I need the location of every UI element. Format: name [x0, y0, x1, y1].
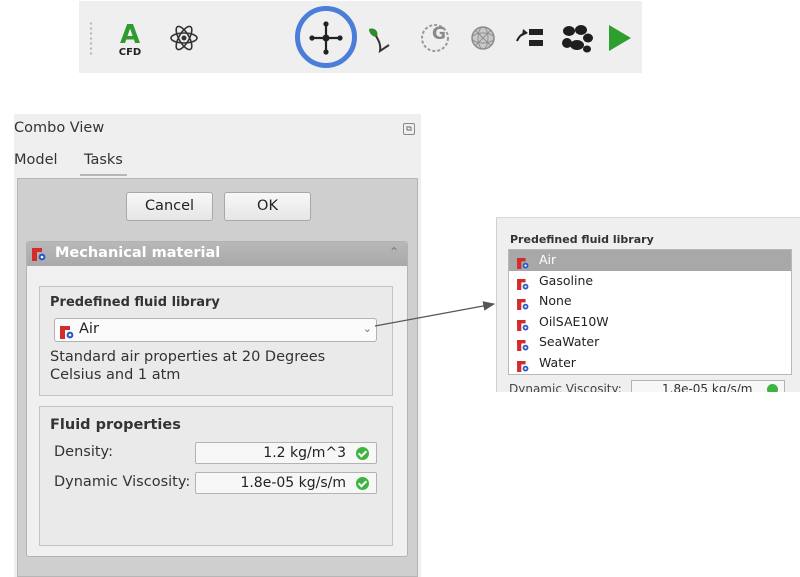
cut-viscosity-label: Dynamic Viscosity: [509, 382, 622, 392]
mechanical-material-title: Mechanical material [55, 245, 221, 261]
pebbles-icon[interactable] [558, 19, 596, 57]
combo-view-title: Combo View [14, 120, 105, 136]
fluid-properties-group: Fluid properties Density: 1.2 kg/m^3 Dyn… [39, 406, 393, 546]
chevron-down-icon: ⌄ [362, 322, 372, 335]
freecad-material-icon [32, 246, 46, 261]
toolbar-grip-handle[interactable] [89, 21, 93, 55]
cfd-label: CFD [119, 47, 141, 57]
valid-check-icon [356, 447, 369, 460]
fluid-properties-title: Fluid properties [50, 417, 181, 433]
mechanical-material-header[interactable]: Mechanical material ⌃ [27, 242, 407, 266]
density-field[interactable]: 1.2 kg/m^3 [195, 442, 377, 464]
viscosity-value: 1.8e-05 kg/s/m [240, 475, 346, 491]
run-solver-icon[interactable] [600, 19, 638, 57]
fluid-option-label: SeaWater [539, 334, 600, 350]
valid-check-icon [767, 384, 778, 392]
cfd-letter: A [120, 20, 140, 50]
selected-fluid-text: Air [79, 321, 99, 337]
fluid-option-water[interactable]: Water [509, 353, 791, 374]
fluid-option-gasoline[interactable]: Gasoline [509, 271, 791, 292]
atom-physics-icon[interactable] [165, 19, 203, 57]
cut-viscosity-field: 1.8e-05 kg/s/m [631, 380, 785, 392]
fluid-description: Standard air properties at 20 Degrees Ce… [50, 349, 326, 383]
freecad-material-icon [517, 254, 531, 269]
cancel-button-label: Cancel [144, 198, 195, 214]
cut-viscosity-value: 1.8e-05 kg/s/m [662, 382, 753, 392]
boundary-condition-icon[interactable] [511, 19, 549, 57]
gmsh-icon[interactable]: G [416, 19, 454, 57]
density-label: Density: [54, 444, 113, 460]
cancel-button[interactable]: Cancel [126, 192, 213, 221]
fluid-option-none[interactable]: None [509, 291, 791, 312]
freecad-material-icon [517, 316, 531, 331]
fluid-library-dropdown: Predefined fluid library Air Gasoline No… [496, 217, 800, 392]
fluid-option-oilsae10w[interactable]: OilSAE10W [509, 312, 791, 333]
freecad-material-icon [60, 324, 74, 339]
fluid-library-select[interactable]: Air ⌄ [54, 318, 377, 342]
fluid-option-seawater[interactable]: SeaWater [509, 332, 791, 353]
fluid-library-label: Predefined fluid library [50, 295, 220, 310]
plant-sprout-icon[interactable] [287, 19, 390, 57]
fluid-library-group: Predefined fluid library Air ⌄ Standard … [39, 286, 393, 396]
workbench-toolbar: A CFD G [79, 1, 642, 73]
fluid-option-label: None [539, 293, 572, 309]
freecad-material-icon [517, 336, 531, 352]
freecad-material-icon [517, 295, 531, 311]
fluid-option-label: Air [539, 252, 557, 267]
freecad-material-icon [517, 275, 531, 290]
ok-button-label: OK [257, 198, 278, 214]
ok-button[interactable]: OK [224, 192, 311, 221]
fluid-option-air[interactable]: Air [509, 250, 791, 271]
viscosity-label: Dynamic Viscosity: [54, 474, 191, 490]
mechanical-material-box: Mechanical material ⌃ Predefined fluid l… [26, 241, 408, 557]
tab-model[interactable]: Model [14, 150, 58, 174]
dropdown-label: Predefined fluid library [510, 233, 654, 246]
float-panel-icon[interactable]: ⧉ [403, 123, 415, 135]
gmsh-letter: G [432, 24, 446, 44]
viscosity-field[interactable]: 1.8e-05 kg/s/m [195, 472, 377, 494]
fluid-options-list: Air Gasoline None OilSAE10W SeaWater Wat… [508, 249, 792, 375]
cut-viscosity-row: Dynamic Viscosity: 1.8e-05 kg/s/m [507, 380, 793, 392]
collapse-chevron-icon[interactable]: ⌃ [389, 245, 399, 259]
fluid-option-label: Water [539, 354, 576, 370]
valid-check-icon [356, 477, 369, 490]
freecad-material-icon [517, 357, 531, 372]
combo-view-panel: Combo View ⧉ Model Tasks Cancel OK Mecha… [14, 114, 421, 577]
tab-tasks[interactable]: Tasks [80, 150, 127, 176]
fluid-option-label: Gasoline [539, 272, 594, 288]
density-value: 1.2 kg/m^3 [263, 445, 346, 461]
cfd-workbench-icon[interactable]: A CFD [111, 19, 149, 57]
task-pane: Cancel OK Mechanical material ⌃ Predefin… [17, 178, 418, 577]
sphere-mesh-icon[interactable] [464, 19, 502, 57]
fluid-option-label: OilSAE10W [539, 313, 609, 329]
